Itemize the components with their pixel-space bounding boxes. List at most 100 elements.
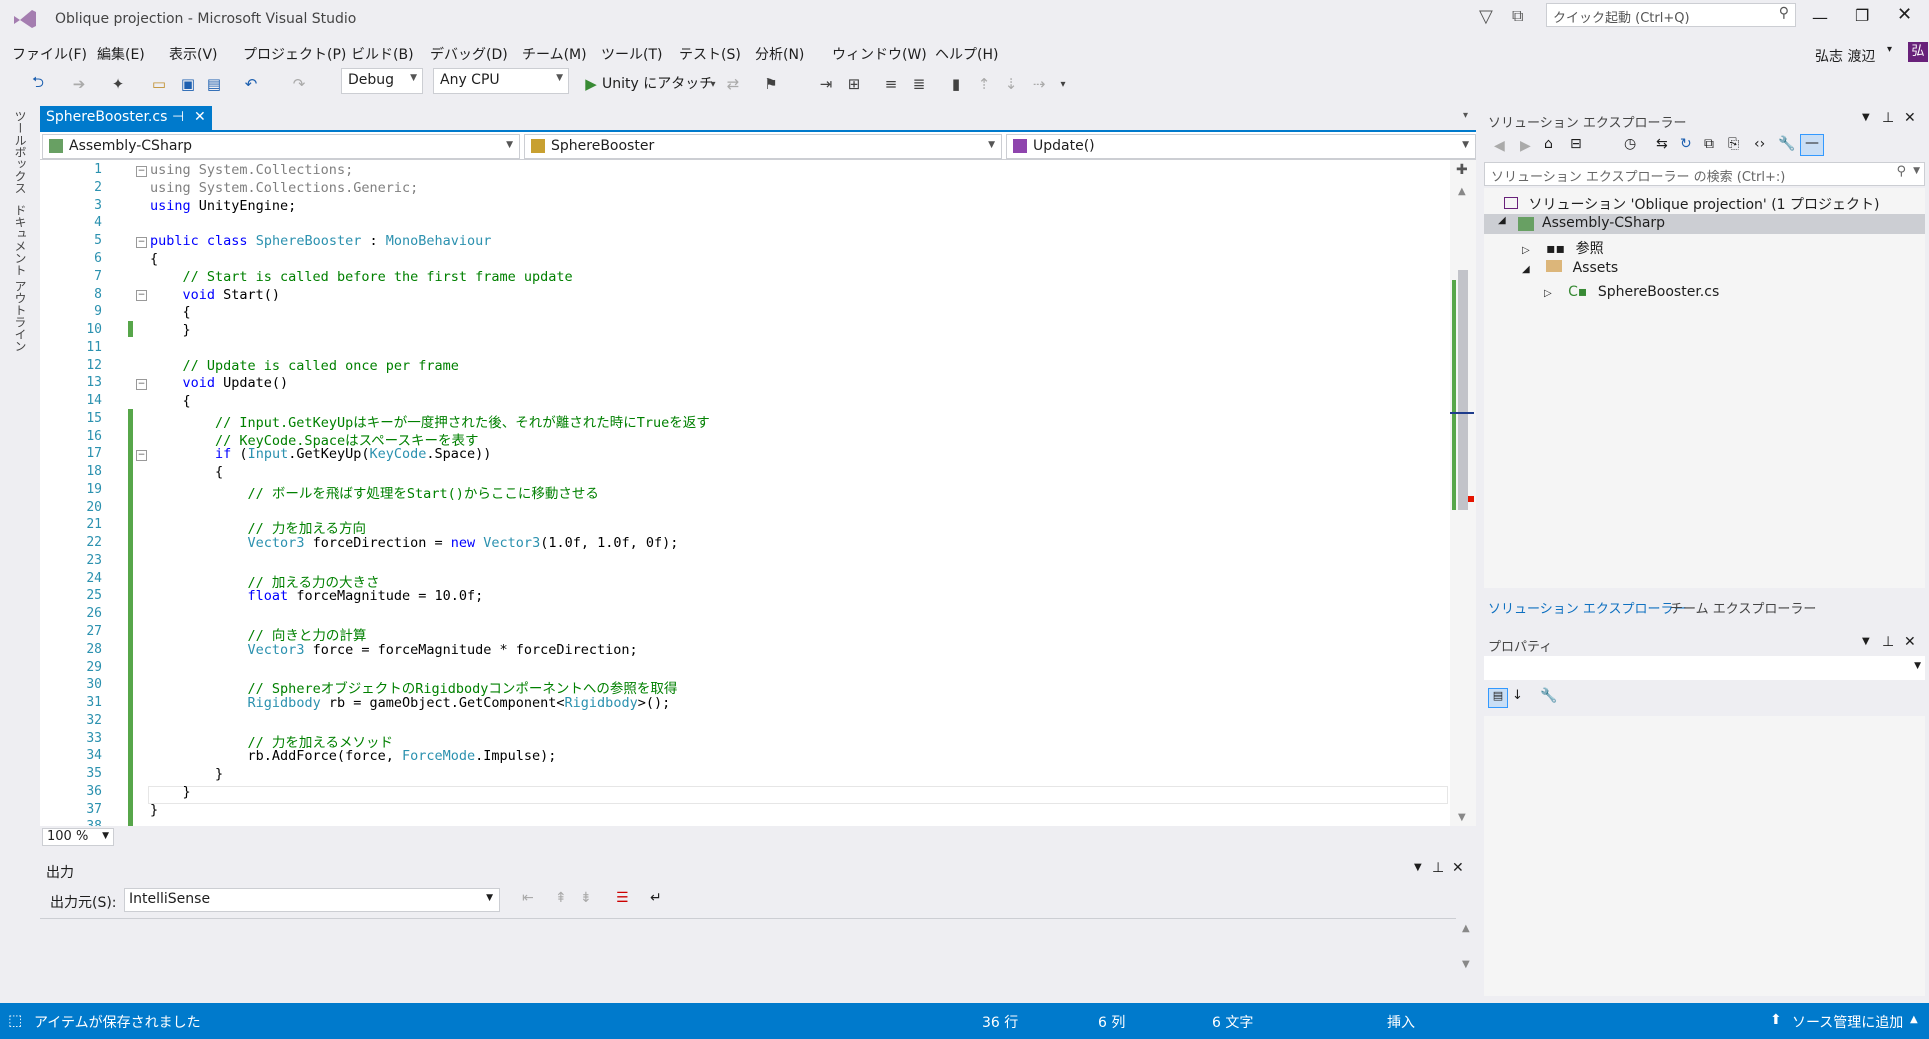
attach-unity-button[interactable]: Unity にアタッチ bbox=[602, 73, 713, 93]
project-navigation-select[interactable]: Assembly-CSharp ▼ bbox=[42, 134, 520, 159]
preview-icon[interactable]: — bbox=[1800, 134, 1824, 156]
class-navigation-select[interactable]: SphereBooster ▼ bbox=[524, 134, 1002, 159]
close-icon[interactable]: ✕ bbox=[1904, 634, 1916, 650]
close-icon[interactable]: ✕ bbox=[1904, 110, 1916, 126]
redo-icon[interactable]: ↷ bbox=[288, 73, 310, 95]
scroll-down-icon[interactable]: ▼ bbox=[1462, 959, 1470, 970]
editor-vertical-scrollbar[interactable]: ✚ ▲ ▼ bbox=[1450, 160, 1476, 826]
back-icon[interactable]: ◀ bbox=[1494, 138, 1505, 154]
tree-item-solution[interactable]: ソリューション 'Oblique projection' (1 プロジェクト) bbox=[1504, 194, 1879, 214]
document-outline-tab[interactable]: ドキュメント アウトライン bbox=[12, 204, 29, 352]
configuration-select[interactable]: Debug ▼ bbox=[341, 68, 423, 94]
bookmark-icon[interactable]: ▮ bbox=[945, 73, 967, 95]
refresh-icon[interactable]: ↻ bbox=[1680, 136, 1692, 152]
panel-menu-icon[interactable]: ▼ bbox=[1862, 636, 1870, 647]
output-text-area[interactable]: ▲ ▼ bbox=[40, 918, 1470, 986]
fold-toggle-icon[interactable]: − bbox=[136, 237, 147, 248]
menu-file[interactable]: ファイル(F) bbox=[12, 44, 87, 64]
tree-item-references[interactable]: ▷ ▪▪ 参照 bbox=[1522, 238, 1604, 258]
properties-icon[interactable]: 🔧 bbox=[1778, 136, 1795, 152]
output-source-select[interactable]: IntelliSense ▼ bbox=[124, 888, 500, 912]
fold-toggle-icon[interactable]: − bbox=[136, 166, 147, 177]
word-wrap-icon[interactable]: ↵ bbox=[650, 890, 662, 906]
undo-icon[interactable]: ↶ bbox=[240, 73, 262, 95]
new-project-icon[interactable]: ✦ bbox=[107, 73, 129, 95]
menu-edit[interactable]: 編集(E) bbox=[97, 44, 145, 64]
close-button[interactable]: ✕ bbox=[1897, 4, 1912, 25]
indent-icon[interactable]: ≡ bbox=[880, 73, 902, 95]
toolbox-tab[interactable]: ツールボックス bbox=[12, 110, 29, 194]
scroll-thumb[interactable] bbox=[1458, 270, 1468, 510]
tree-item-file[interactable]: ▷ C▪ SphereBooster.cs bbox=[1544, 284, 1719, 300]
find-icon[interactable]: ⚑ bbox=[760, 73, 782, 95]
user-dropdown-icon[interactable]: ▾ bbox=[1887, 44, 1892, 55]
menu-help[interactable]: ヘルプ(H) bbox=[935, 44, 998, 64]
find-next-icon[interactable]: ⇟ bbox=[580, 890, 592, 906]
code-text-area[interactable]: 1 2 3 4 5 6 7 8 9 10 11 12 13 14 15 16 17 18 19 20 21 22 23 24 2… bbox=[40, 162, 1450, 826]
prev-bookmark-icon[interactable]: ⇡ bbox=[973, 73, 995, 95]
clear-all-icon[interactable]: ☰ bbox=[616, 890, 629, 906]
fold-toggle-icon[interactable]: − bbox=[136, 450, 147, 461]
tree-item-project[interactable]: ◢ Assembly-CSharp bbox=[1484, 214, 1925, 234]
source-control-button[interactable]: ソース管理に追加 bbox=[1792, 1012, 1903, 1032]
step-icon[interactable]: ⇥ bbox=[815, 73, 837, 95]
tree-item-assets[interactable]: ◢ Assets bbox=[1522, 260, 1618, 276]
open-file-icon[interactable]: ▭ bbox=[148, 73, 170, 95]
menu-tools[interactable]: ツール(T) bbox=[601, 44, 662, 64]
panel-menu-icon[interactable]: ▼ bbox=[1862, 112, 1870, 123]
pin-icon[interactable]: ⊥ bbox=[1432, 860, 1444, 876]
forward-icon[interactable]: ▶ bbox=[1520, 138, 1531, 154]
pin-icon[interactable]: ⊣ bbox=[172, 109, 184, 125]
pin-icon[interactable]: ⊥ bbox=[1882, 110, 1894, 126]
show-all-files-icon[interactable]: ⎘ bbox=[1728, 136, 1739, 152]
alphabetical-icon[interactable]: ↓ bbox=[1512, 688, 1523, 703]
properties-object-select[interactable]: ▼ bbox=[1484, 656, 1925, 680]
menu-debug[interactable]: デバッグ(D) bbox=[430, 44, 508, 64]
clear-bookmarks-icon[interactable]: ⇢ bbox=[1028, 73, 1050, 95]
close-icon[interactable]: ✕ bbox=[1452, 860, 1464, 876]
pending-changes-icon[interactable]: ◷ bbox=[1624, 136, 1636, 152]
fold-toggle-icon[interactable]: − bbox=[136, 290, 147, 301]
member-navigation-select[interactable]: Update() ▼ bbox=[1006, 134, 1476, 159]
save-all-icon[interactable]: ▤ bbox=[203, 73, 225, 95]
close-icon[interactable]: ✕ bbox=[194, 109, 206, 125]
menu-analyze[interactable]: 分析(N) bbox=[755, 44, 804, 64]
scroll-up-icon[interactable]: ▲ bbox=[1462, 923, 1470, 934]
zoom-select[interactable]: 100 % ▼ bbox=[42, 828, 114, 846]
save-icon[interactable]: ▣ bbox=[177, 73, 199, 95]
user-name[interactable]: 弘志 渡辺 bbox=[1815, 46, 1875, 66]
panel-menu-icon[interactable]: ▼ bbox=[1414, 862, 1422, 873]
quick-launch-input[interactable]: クイック起動 (Ctrl+Q) ⚲ bbox=[1546, 3, 1796, 27]
tab-solution-explorer[interactable]: ソリューション エクスプローラー bbox=[1488, 598, 1686, 617]
menu-team[interactable]: チーム(M) bbox=[522, 44, 587, 64]
scroll-down-icon[interactable]: ▼ bbox=[1458, 812, 1466, 823]
avatar[interactable]: 弘 bbox=[1908, 42, 1928, 62]
menu-window[interactable]: ウィンドウ(W) bbox=[832, 44, 927, 64]
fold-toggle-icon[interactable]: − bbox=[136, 379, 147, 390]
menu-test[interactable]: テスト(S) bbox=[679, 44, 741, 64]
menu-build[interactable]: ビルド(B) bbox=[351, 44, 414, 64]
outdent-icon[interactable]: ≣ bbox=[908, 73, 930, 95]
horizontal-scrollbar[interactable] bbox=[120, 832, 1470, 842]
next-bookmark-icon[interactable]: ⇣ bbox=[1000, 73, 1022, 95]
pin-icon[interactable]: ⊥ bbox=[1882, 634, 1894, 650]
menu-view[interactable]: 表示(V) bbox=[169, 44, 218, 64]
filter-icon[interactable]: ▽ bbox=[1479, 6, 1493, 27]
toolbar-overflow-icon[interactable]: ▾ bbox=[1052, 73, 1074, 95]
home-icon[interactable]: ⌂ bbox=[1544, 136, 1553, 152]
layout-icon[interactable]: ⊞ bbox=[843, 73, 865, 95]
forward-icon[interactable]: ➔ bbox=[68, 73, 90, 95]
switch-views-icon[interactable]: ⊟ bbox=[1570, 136, 1582, 152]
categorized-icon[interactable]: ▤ bbox=[1488, 688, 1508, 708]
go-to-previous-icon[interactable]: ⇤ bbox=[522, 890, 534, 906]
source-control-up-icon[interactable]: ⬆ bbox=[1770, 1012, 1782, 1028]
sync-icon[interactable]: ⇆ bbox=[1656, 136, 1668, 152]
source-control-dropdown-icon[interactable]: ▲ bbox=[1910, 1014, 1918, 1025]
solution-search-input[interactable]: ソリューション エクスプローラー の検索 (Ctrl+:) ⚲ ▼ bbox=[1484, 162, 1925, 186]
browser-link-icon[interactable]: ⇄ bbox=[722, 73, 744, 95]
back-icon[interactable]: ⮌ bbox=[27, 73, 49, 95]
tab-spherebooster[interactable]: SphereBooster.cs ⊣ ✕ bbox=[40, 106, 212, 130]
menu-project[interactable]: プロジェクト(P) bbox=[243, 44, 346, 64]
split-handle-icon[interactable]: ✚ bbox=[1456, 162, 1468, 178]
property-pages-icon[interactable]: 🔧 bbox=[1540, 688, 1557, 704]
